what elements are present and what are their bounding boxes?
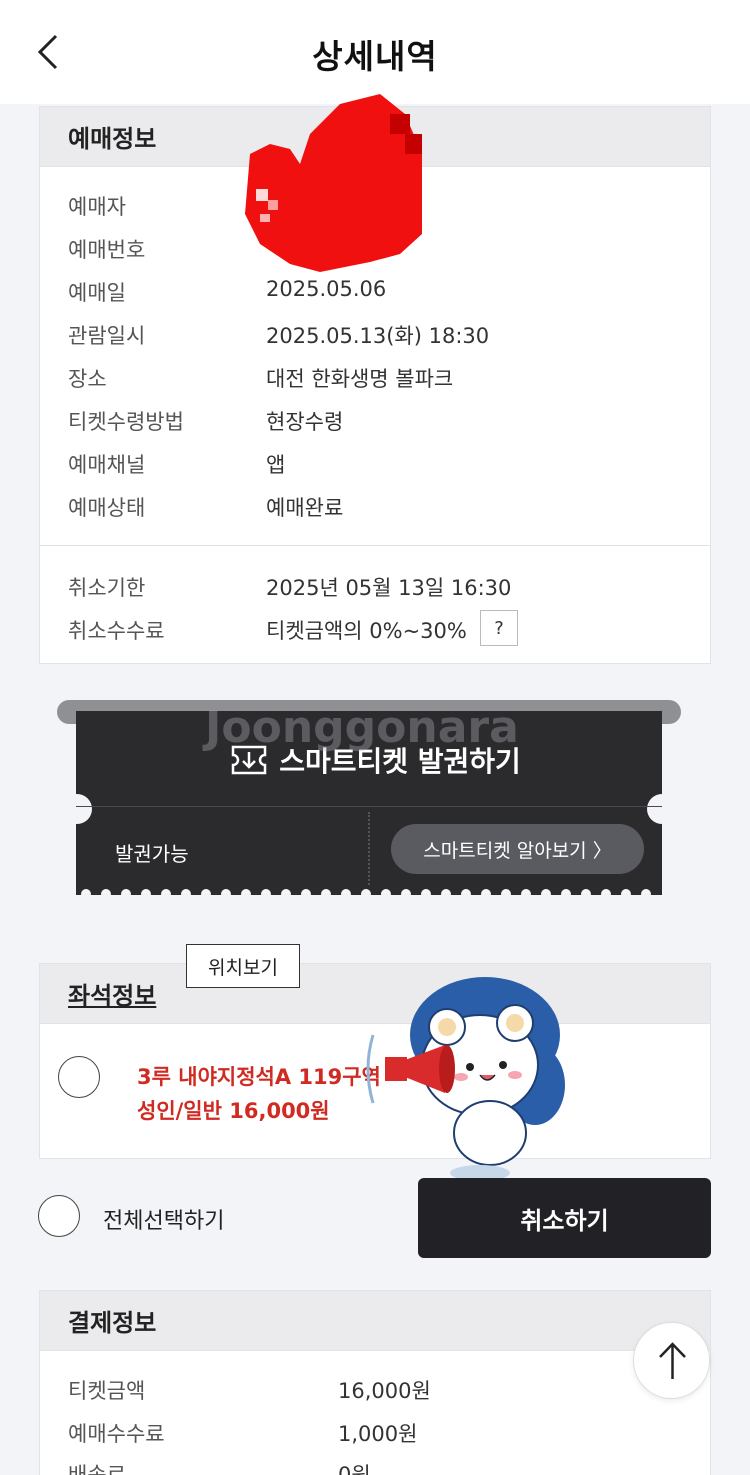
payment-label-ticket-amount: 티켓금액 [68, 1379, 146, 1403]
seat-checkbox[interactable] [58, 1056, 100, 1098]
booking-value-channel: 앱 [266, 453, 286, 477]
booking-value-pickup: 현장수령 [266, 410, 344, 434]
booking-label-status: 예매상태 [68, 496, 146, 520]
smart-ticket-learn-more-button[interactable]: 스마트티켓 알아보기 〉 [391, 824, 644, 874]
mascot-megaphone-sticker-icon [366, 977, 565, 1181]
payment-value-shipping: 0원 [338, 1463, 371, 1475]
cancel-deadline-label: 취소기한 [68, 576, 146, 600]
booking-label-viewing-time: 관람일시 [68, 324, 146, 348]
booking-label-channel: 예매채널 [68, 453, 146, 477]
cancel-fee-help-button[interactable]: ? [480, 610, 518, 646]
cancel-fee-value: 티켓금액의 0%~30% [266, 619, 467, 643]
booking-label-pickup: 티켓수령방법 [68, 410, 184, 434]
header: 상세내역 [0, 0, 750, 104]
watermark: Joonggonara [205, 702, 519, 753]
booking-value-viewing-time: 2025.05.13(화) 18:30 [266, 324, 490, 348]
ticket-perforation [368, 812, 370, 888]
ticket-divider [76, 806, 662, 807]
page-title: 상세내역 [312, 37, 438, 76]
scroll-to-top-button[interactable] [633, 1322, 710, 1399]
payment-label-shipping: 배송료 [68, 1463, 126, 1475]
divider [40, 545, 710, 546]
ticket-scallop-edge [76, 886, 662, 899]
ticket-notch-right [647, 794, 677, 824]
payment-value-booking-fee: 1,000원 [338, 1422, 418, 1446]
booking-value-date: 2025.05.06 [266, 277, 387, 301]
seat-description: 3루 내야지정석A 119구역 [137, 1065, 381, 1089]
booking-label-venue: 장소 [68, 367, 107, 391]
booking-label-date: 예매일 [68, 281, 126, 305]
view-location-tooltip[interactable]: 위치보기 [186, 944, 300, 988]
select-all-label[interactable]: 전체선택하기 [103, 1203, 224, 1235]
payment-info-title: 결제정보 [40, 1291, 710, 1351]
payment-value-ticket-amount: 16,000원 [338, 1379, 431, 1403]
seat-info-title-text: 좌석정보 [68, 982, 157, 1010]
cancel-fee-label: 취소수수료 [68, 619, 165, 643]
heart-sticker-icon [245, 94, 422, 272]
seat-price: 성인/일반 16,000원 [137, 1099, 330, 1123]
payment-label-booking-fee: 예매수수료 [68, 1422, 165, 1446]
booking-value-venue: 대전 한화생명 볼파크 [266, 367, 454, 391]
select-all-checkbox[interactable] [38, 1195, 80, 1237]
arrow-up-icon [659, 1342, 686, 1379]
cancel-booking-button[interactable]: 취소하기 [418, 1178, 711, 1258]
payment-info-card: 결제정보 티켓금액 16,000원 예매수수료 1,000원 배송료 0원 [39, 1290, 711, 1475]
booking-label-booker: 예매자 [68, 195, 126, 219]
cancel-deadline-value: 2025년 05월 13일 16:30 [266, 576, 512, 600]
booking-label-number: 예매번호 [68, 238, 146, 262]
ticket-status: 발권가능 [115, 842, 189, 866]
ticket-notch-left [62, 794, 92, 824]
booking-value-status: 예매완료 [266, 496, 344, 520]
